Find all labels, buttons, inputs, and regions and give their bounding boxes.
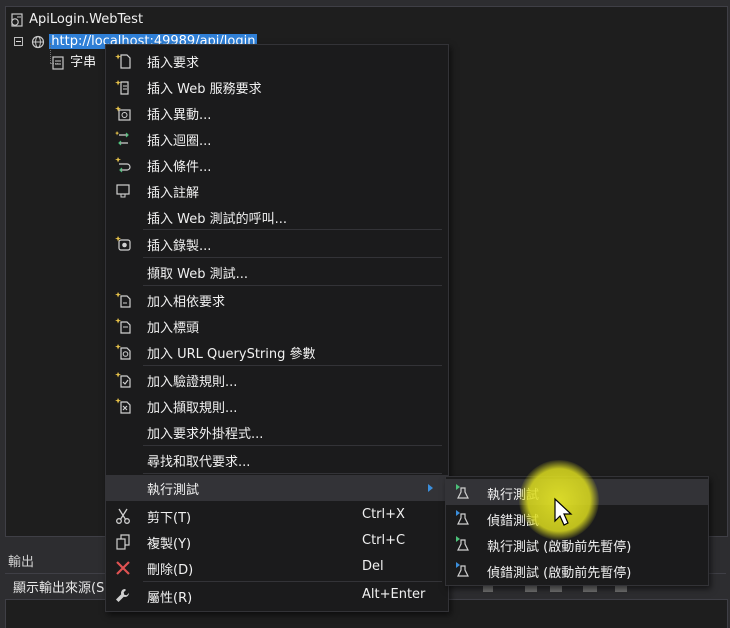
insert-recording-icon <box>115 236 131 251</box>
menu-separator <box>143 445 442 446</box>
globe-icon <box>32 35 45 48</box>
menu-item-insert-transaction[interactable]: 插入異動... <box>106 100 448 126</box>
menu-item-insert-loop[interactable]: 插入迴圈... <box>106 126 448 152</box>
insert-condition-icon <box>115 157 131 173</box>
insert-comment-icon <box>116 184 130 198</box>
child-label: 字串 <box>70 55 97 70</box>
menu-item-copy[interactable]: 複製(Y) Ctrl+C <box>106 529 448 555</box>
menu-item-add-header[interactable]: 加入標頭 <box>106 313 448 339</box>
menu-item-insert-webtest-call[interactable]: 插入 Web 測試的呼叫... <box>106 204 448 230</box>
tree-child-node[interactable]: 字串 <box>50 54 96 72</box>
menu-separator <box>143 257 442 258</box>
add-extraction-rule-icon <box>115 398 131 414</box>
debug-test-paused-icon <box>456 562 469 577</box>
form-post-icon <box>52 55 64 70</box>
submenu-arrow-icon <box>428 484 433 492</box>
menu-item-add-validation-rule[interactable]: 加入驗證規則... <box>106 367 448 393</box>
output-source-label: 顯示輸出來源(S <box>13 581 105 596</box>
menu-item-insert-comment[interactable]: 插入註解 <box>106 178 448 204</box>
debug-test-icon <box>456 510 469 525</box>
menu-item-insert-recording[interactable]: 插入錄製... <box>106 231 448 257</box>
menu-item-delete[interactable]: 刪除(D) Del <box>106 555 448 581</box>
add-querystring-parameter-icon <box>115 344 131 360</box>
insert-request-icon <box>115 54 131 69</box>
submenu-item-run-test-paused[interactable]: 執行測試 (啟動前先暫停) <box>446 531 708 557</box>
add-header-icon <box>115 318 131 334</box>
menu-item-extract-webtest[interactable]: 擷取 Web 測試... <box>106 259 448 285</box>
menu-item-add-dependent-request[interactable]: 加入相依要求 <box>106 287 448 313</box>
menu-item-insert-web-service-request[interactable]: 插入 Web 服務要求 <box>106 74 448 100</box>
output-title: 輸出 <box>8 555 35 570</box>
submenu-item-run-test[interactable]: 執行測試 <box>446 479 708 505</box>
insert-web-service-request-icon <box>115 80 129 95</box>
menu-separator <box>143 581 442 582</box>
insert-loop-icon <box>115 131 129 146</box>
menu-separator <box>143 229 442 230</box>
scissors-icon <box>116 508 130 524</box>
add-dependent-request-icon <box>115 292 131 308</box>
copy-icon <box>116 534 130 550</box>
webtest-icon <box>11 12 23 27</box>
run-test-paused-icon <box>456 536 469 551</box>
tree-project-node[interactable]: ApiLogin.WebTest <box>9 11 143 29</box>
insert-transaction-icon <box>115 106 131 121</box>
submenu-item-debug-test-paused[interactable]: 偵錯測試 (啟動前先暫停) <box>446 557 708 583</box>
menu-item-add-extraction-rule[interactable]: 加入擷取規則... <box>106 393 448 419</box>
wrench-icon <box>116 589 129 602</box>
run-test-submenu: 執行測試 偵錯測試 執行測試 (啟動前先暫停) 偵錯測試 (啟動前先暫停) <box>445 476 709 586</box>
mouse-cursor-icon <box>554 497 573 526</box>
menu-separator <box>143 285 442 286</box>
project-name: ApiLogin.WebTest <box>29 12 144 27</box>
menu-item-properties[interactable]: 屬性(R) Alt+Enter <box>106 583 448 609</box>
menu-item-run-test[interactable]: 執行測試 <box>106 475 448 501</box>
menu-item-cut[interactable]: 剪下(T) Ctrl+X <box>106 503 448 529</box>
context-menu: 插入要求 插入 Web 服務要求 插入異動... 插入迴圈... 插入條件...… <box>105 44 449 612</box>
menu-item-find-replace-request[interactable]: 尋找和取代要求... <box>106 447 448 473</box>
submenu-item-debug-test[interactable]: 偵錯測試 <box>446 505 708 531</box>
menu-item-add-request-plugin[interactable]: 加入要求外掛程式... <box>106 419 448 445</box>
run-test-icon <box>456 484 469 499</box>
delete-icon <box>116 561 130 575</box>
collapse-icon[interactable] <box>14 37 23 46</box>
menu-separator <box>143 473 442 474</box>
menu-item-insert-condition[interactable]: 插入條件... <box>106 152 448 178</box>
menu-item-add-querystring-parameter[interactable]: 加入 URL QueryString 參數 <box>106 339 448 365</box>
menu-item-insert-request[interactable]: 插入要求 <box>106 48 448 74</box>
menu-separator <box>143 365 442 366</box>
add-validation-rule-icon <box>115 372 131 388</box>
